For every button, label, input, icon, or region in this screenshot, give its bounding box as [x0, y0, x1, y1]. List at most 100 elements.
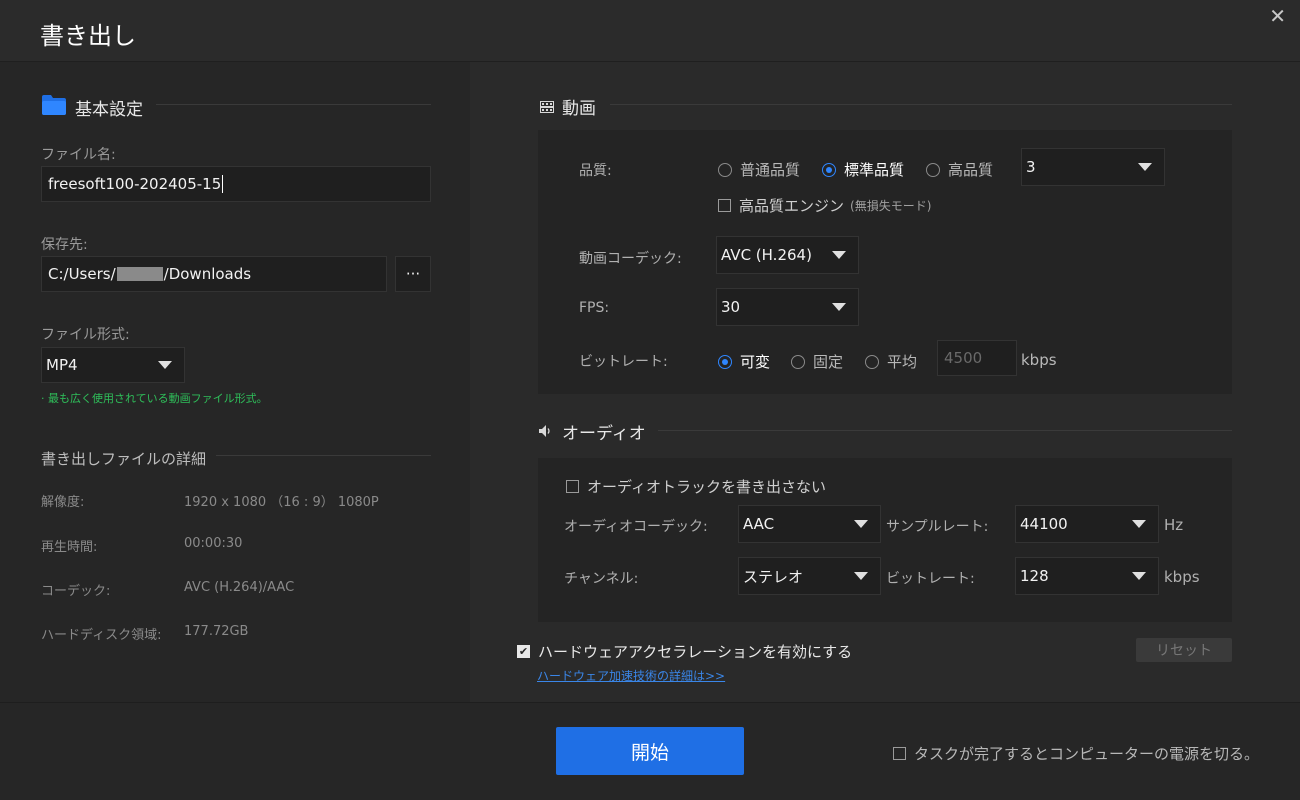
file-format-value: MP4	[46, 356, 78, 374]
checkmark-icon: ✔	[517, 645, 530, 658]
quality-label: 品質:	[579, 163, 612, 179]
bitrate-variable-radio[interactable]: 可変	[718, 351, 770, 372]
video-settings-panel: 品質: 普通品質 標準品質 高品質 3 高品質エンジン (無損失モード) 動画コー…	[538, 130, 1232, 394]
hq-engine-note: (無損失モード)	[850, 199, 932, 213]
quality-normal-radio[interactable]: 普通品質	[718, 159, 800, 180]
basic-settings-title: 基本設定	[75, 100, 143, 120]
shutdown-label: タスクが完了するとコンピューターの電源を切る。	[914, 745, 1260, 763]
text-cursor	[222, 175, 224, 193]
divider	[216, 455, 431, 456]
channel-label: チャンネル:	[564, 571, 639, 587]
speaker-icon	[538, 423, 554, 437]
audio-codec-label: オーディオコーデック:	[564, 519, 708, 535]
hardware-accel-checkbox[interactable]: ✔ ハードウェアアクセラレーションを有効にする	[517, 641, 852, 662]
save-path-prefix: C:/Users/	[48, 265, 116, 283]
redacted-username	[116, 267, 163, 281]
chevron-down-icon	[1132, 572, 1146, 580]
video-codec-label: 動画コーデック:	[579, 251, 682, 267]
video-bitrate-label: ビットレート:	[579, 354, 668, 370]
bitrate-value-input[interactable]: 4500	[937, 340, 1017, 376]
quality-standard-label: 標準品質	[844, 161, 905, 179]
audio-bitrate-unit: kbps	[1164, 568, 1200, 586]
hq-engine-checkbox[interactable]: 高品質エンジン (無損失モード)	[718, 195, 931, 216]
quality-high-label: 高品質	[948, 161, 994, 179]
dialog-header: 書き出し ✕	[0, 0, 1300, 62]
video-codec-value: AVC (H.264)	[721, 246, 812, 264]
detail-value-disk: 177.72GB	[184, 624, 249, 639]
audio-codec-select[interactable]: AAC	[738, 505, 881, 543]
radio-dot	[865, 354, 879, 369]
sample-rate-value: 44100	[1020, 515, 1068, 533]
fps-label: FPS:	[579, 300, 610, 316]
detail-label-codec: コーデック:	[41, 584, 111, 599]
quality-standard-radio[interactable]: 標準品質	[822, 159, 904, 180]
quality-normal-label: 普通品質	[740, 161, 801, 179]
video-codec-select[interactable]: AVC (H.264)	[716, 236, 859, 274]
detail-label-duration: 再生時間:	[41, 540, 98, 555]
video-section-title: 動画	[562, 99, 596, 119]
audio-section-title: オーディオ	[562, 424, 646, 444]
bitrate-average-radio[interactable]: 平均	[865, 351, 917, 372]
reset-button[interactable]: リセット	[1136, 638, 1232, 662]
divider	[658, 430, 1232, 431]
chevron-down-icon	[1138, 163, 1152, 171]
radio-dot	[791, 354, 805, 369]
quality-level-value: 3	[1026, 158, 1036, 176]
checkbox-box	[566, 480, 579, 493]
format-note: · 最も広く使用されている動画ファイル形式。	[41, 392, 268, 405]
dialog-footer: 開始 タスクが完了するとコンピューターの電源を切る。	[0, 702, 1300, 800]
browse-button[interactable]: ···	[395, 256, 431, 292]
close-icon[interactable]: ✕	[1269, 4, 1286, 28]
detail-label-resolution: 解像度:	[41, 495, 85, 510]
folder-icon	[41, 94, 67, 116]
bitrate-variable-label: 可変	[740, 353, 771, 371]
chevron-down-icon	[854, 572, 868, 580]
filename-input[interactable]: freesoft100-202405-15	[41, 166, 431, 202]
detail-label-disk: ハードディスク領域:	[41, 628, 162, 643]
export-details-title: 書き出しファイルの詳細	[41, 450, 207, 468]
save-location-label: 保存先:	[41, 237, 88, 253]
hardware-accel-label: ハードウェアアクセラレーションを有効にする	[538, 643, 853, 661]
bitrate-constant-label: 固定	[813, 353, 844, 371]
audio-bitrate-value: 128	[1020, 567, 1049, 585]
start-button[interactable]: 開始	[556, 727, 744, 775]
quality-level-select[interactable]: 3	[1021, 148, 1165, 186]
radio-dot	[822, 162, 836, 177]
save-location-input[interactable]: C:/Users/ /Downloads	[41, 256, 387, 292]
bitrate-average-label: 平均	[887, 353, 918, 371]
audio-bitrate-label: ビットレート:	[886, 571, 975, 587]
radio-dot	[718, 162, 732, 177]
radio-dot	[718, 354, 732, 369]
audio-bitrate-select[interactable]: 128	[1015, 557, 1159, 595]
audio-codec-value: AAC	[743, 515, 775, 533]
shutdown-checkbox[interactable]: タスクが完了するとコンピューターの電源を切る。	[893, 743, 1259, 764]
file-format-select[interactable]: MP4	[41, 347, 185, 383]
chevron-down-icon	[158, 361, 172, 369]
divider	[156, 104, 431, 105]
no-audio-label: オーディオトラックを書き出さない	[587, 478, 826, 496]
detail-value-codec: AVC (H.264)/AAC	[184, 580, 295, 595]
detail-value-duration: 00:00:30	[184, 536, 243, 551]
fps-value: 30	[721, 298, 741, 316]
film-icon	[540, 98, 554, 113]
filename-value: freesoft100-202405-15	[48, 175, 222, 193]
channel-select[interactable]: ステレオ	[738, 557, 881, 595]
no-audio-checkbox[interactable]: オーディオトラックを書き出さない	[566, 476, 826, 497]
chevron-down-icon	[832, 251, 846, 259]
checkbox-box	[893, 747, 906, 760]
fps-select[interactable]: 30	[716, 288, 859, 326]
divider	[610, 104, 1232, 105]
sample-rate-select[interactable]: 44100	[1015, 505, 1159, 543]
bitrate-constant-radio[interactable]: 固定	[791, 351, 843, 372]
right-panel: 動画 品質: 普通品質 標準品質 高品質 3 高品質エンジン (無損失モード) 動…	[470, 62, 1300, 702]
audio-settings-panel: オーディオトラックを書き出さない オーディオコーデック: AAC サンプルレート…	[538, 458, 1232, 622]
dialog-title: 書き出し	[40, 22, 136, 50]
sample-rate-label: サンプルレート:	[886, 519, 989, 535]
hardware-accel-link[interactable]: ハードウェア加速技術の詳細は>>	[537, 667, 725, 684]
detail-value-resolution: 1920 x 1080 （16 : 9） 1080P	[184, 495, 379, 510]
checkbox-box	[718, 199, 731, 212]
quality-high-radio[interactable]: 高品質	[926, 159, 993, 180]
sample-rate-unit: Hz	[1164, 516, 1184, 534]
chevron-down-icon	[854, 520, 868, 528]
left-panel: 基本設定 ファイル名: freesoft100-202405-15 保存先: C…	[0, 62, 470, 702]
